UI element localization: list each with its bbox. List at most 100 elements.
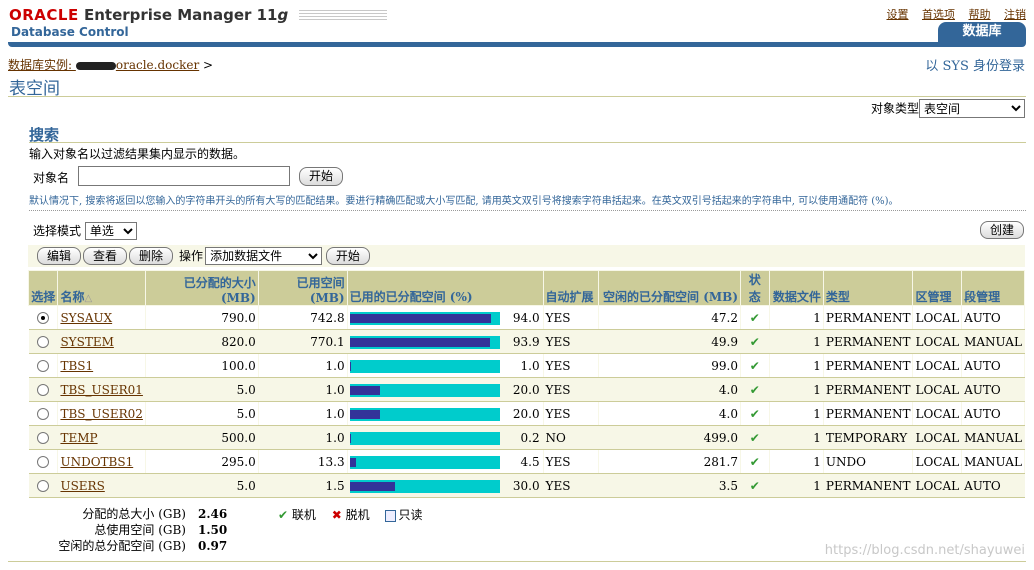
settings-link[interactable]: 设置 [887, 8, 909, 21]
row-radio[interactable] [36, 360, 49, 372]
logout-link[interactable]: 注销 [1004, 8, 1026, 21]
table-header-row: 选择 名称△ 已分配的大小 (MB) 已用空间 (MB) 已用的已分配空间 (%… [27, 270, 1025, 306]
auto-cell: YES [543, 473, 600, 498]
type-cell: PERMANENT [823, 401, 914, 426]
tab-database[interactable]: 数据库 [938, 22, 1026, 42]
online-check-icon: ✔ [749, 478, 760, 493]
selection-mode-control: 选择模式 单选 [33, 222, 137, 240]
status-cell: ✔ [740, 377, 770, 402]
row-select-cell [28, 401, 59, 426]
total-alloc-label: 分配的总大小 (GB) [82, 507, 186, 521]
pct-text: 4.5 [520, 454, 540, 469]
row-radio[interactable] [36, 408, 49, 420]
usage-bar-fill [349, 361, 352, 371]
usage-bar [349, 335, 500, 349]
files-cell: 1 [769, 377, 824, 402]
row-select-cell [28, 305, 59, 330]
pct-cell: 20.0 [347, 377, 544, 402]
tablespace-link[interactable]: UNDOTBS1 [60, 455, 133, 469]
search-go-button[interactable]: 开始 [299, 167, 344, 186]
usage-bar-fill [349, 481, 395, 491]
create-button[interactable]: 创建 [979, 221, 1024, 239]
object-type-label: 对象类型 [870, 101, 919, 116]
readonly-icon [385, 509, 397, 522]
row-radio[interactable] [36, 336, 49, 348]
auto-cell: YES [543, 449, 600, 474]
used-cell: 770.1 [258, 329, 348, 354]
edit-button[interactable]: 编辑 [37, 247, 82, 265]
tablespace-link[interactable]: TBS_USER02 [60, 407, 142, 421]
logo-stripes-icon [299, 9, 388, 22]
col-datafiles: 数据文件 [768, 270, 824, 306]
divider [8, 96, 1026, 97]
object-type-select[interactable]: 表空间 [919, 99, 1025, 118]
status-legend: ✔ 联机 ✖ 脱机 只读 [278, 506, 434, 523]
col-name[interactable]: 名称△ [57, 270, 146, 306]
selection-mode-select[interactable]: 单选 [84, 222, 137, 240]
pct-text: 1.0 [520, 358, 540, 373]
auto-cell: NO [543, 425, 600, 450]
breadcrumb-instance-link[interactable]: 数据库实例: oracle.docker [8, 58, 199, 72]
files-cell: 1 [769, 305, 824, 330]
extent-cell: LOCAL [912, 353, 963, 378]
col-used-space: 已用空间 (MB) [257, 270, 348, 306]
pct-cell: 4.5 [347, 449, 544, 474]
row-select-cell [28, 353, 59, 378]
row-radio[interactable] [36, 480, 49, 492]
delete-button[interactable]: 删除 [129, 247, 174, 265]
divider [29, 142, 1026, 143]
watermark: https://blog.csdn.net/shayuwei [824, 543, 1025, 558]
preferences-link[interactable]: 首选项 [922, 8, 955, 21]
usage-bar [349, 359, 500, 373]
legend-online: 联机 [291, 508, 316, 522]
status-cell: ✔ [740, 329, 770, 354]
pct-text: 20.0 [512, 406, 540, 421]
tablespace-link[interactable]: SYSTEM [60, 335, 113, 349]
usage-bar-fill [349, 337, 491, 347]
col-free-space: 空闲的已分配空间 (MB) [598, 270, 741, 306]
tablespace-link[interactable]: SYSAUX [60, 311, 112, 325]
global-links: 设置 首选项 帮助 注销 [877, 6, 1027, 22]
row-radio[interactable] [36, 456, 49, 468]
object-name-input[interactable] [78, 166, 290, 186]
free-cell: 499.0 [598, 425, 741, 450]
usage-bar [349, 431, 500, 445]
pct-cell: 1.0 [347, 353, 544, 378]
extent-cell: LOCAL [912, 377, 963, 402]
table-row: UNDOTBS1 295.0 13.3 4.5 YES 281.7 ✔ 1 UNDO LOCAL M… [28, 449, 1025, 474]
col-alloc-size: 已分配的大小 (MB) [144, 270, 259, 306]
online-check-icon: ✔ [278, 508, 289, 522]
tablespace-link[interactable]: TBS_USER01 [60, 383, 142, 397]
selection-mode-label: 选择模式 [33, 224, 82, 238]
row-radio[interactable] [36, 384, 49, 396]
files-cell: 1 [769, 353, 824, 378]
status-cell: ✔ [740, 425, 770, 450]
files-cell: 1 [769, 401, 824, 426]
action-select[interactable]: 添加数据文件 [205, 247, 323, 265]
usage-bar-fill [349, 409, 380, 419]
row-radio[interactable] [36, 312, 49, 324]
usage-bar-fill [349, 457, 357, 467]
usage-bar-fill [349, 313, 491, 323]
action-go-button[interactable]: 开始 [325, 247, 370, 265]
usage-bar-fill [349, 385, 380, 395]
table-row: TBS_USER02 5.0 1.0 20.0 YES 4.0 ✔ 1 PERMANENT LOC… [28, 401, 1025, 426]
table-toolbar: 编辑 查看 删除 操作 添加数据文件 开始 [28, 245, 1025, 267]
view-button[interactable]: 查看 [83, 247, 128, 265]
sort-asc-icon: △ [84, 293, 93, 304]
tablespace-link[interactable]: TEMP [60, 431, 97, 445]
row-radio[interactable] [36, 432, 49, 444]
pct-text: 93.9 [512, 334, 540, 349]
header-bar [8, 42, 1026, 47]
row-select-cell [28, 425, 59, 450]
free-cell: 49.9 [598, 329, 741, 354]
tablespace-link[interactable]: USERS [60, 479, 104, 493]
help-link[interactable]: 帮助 [969, 8, 991, 21]
oracle-logo: ORACLE Enterprise Manager 11g [9, 6, 388, 24]
files-cell: 1 [769, 329, 824, 354]
auto-cell: YES [543, 329, 600, 354]
tablespace-link[interactable]: TBS1 [60, 359, 93, 373]
status-cell: ✔ [740, 353, 770, 378]
alloc-cell: 790.0 [145, 305, 259, 330]
alloc-cell: 5.0 [145, 377, 259, 402]
